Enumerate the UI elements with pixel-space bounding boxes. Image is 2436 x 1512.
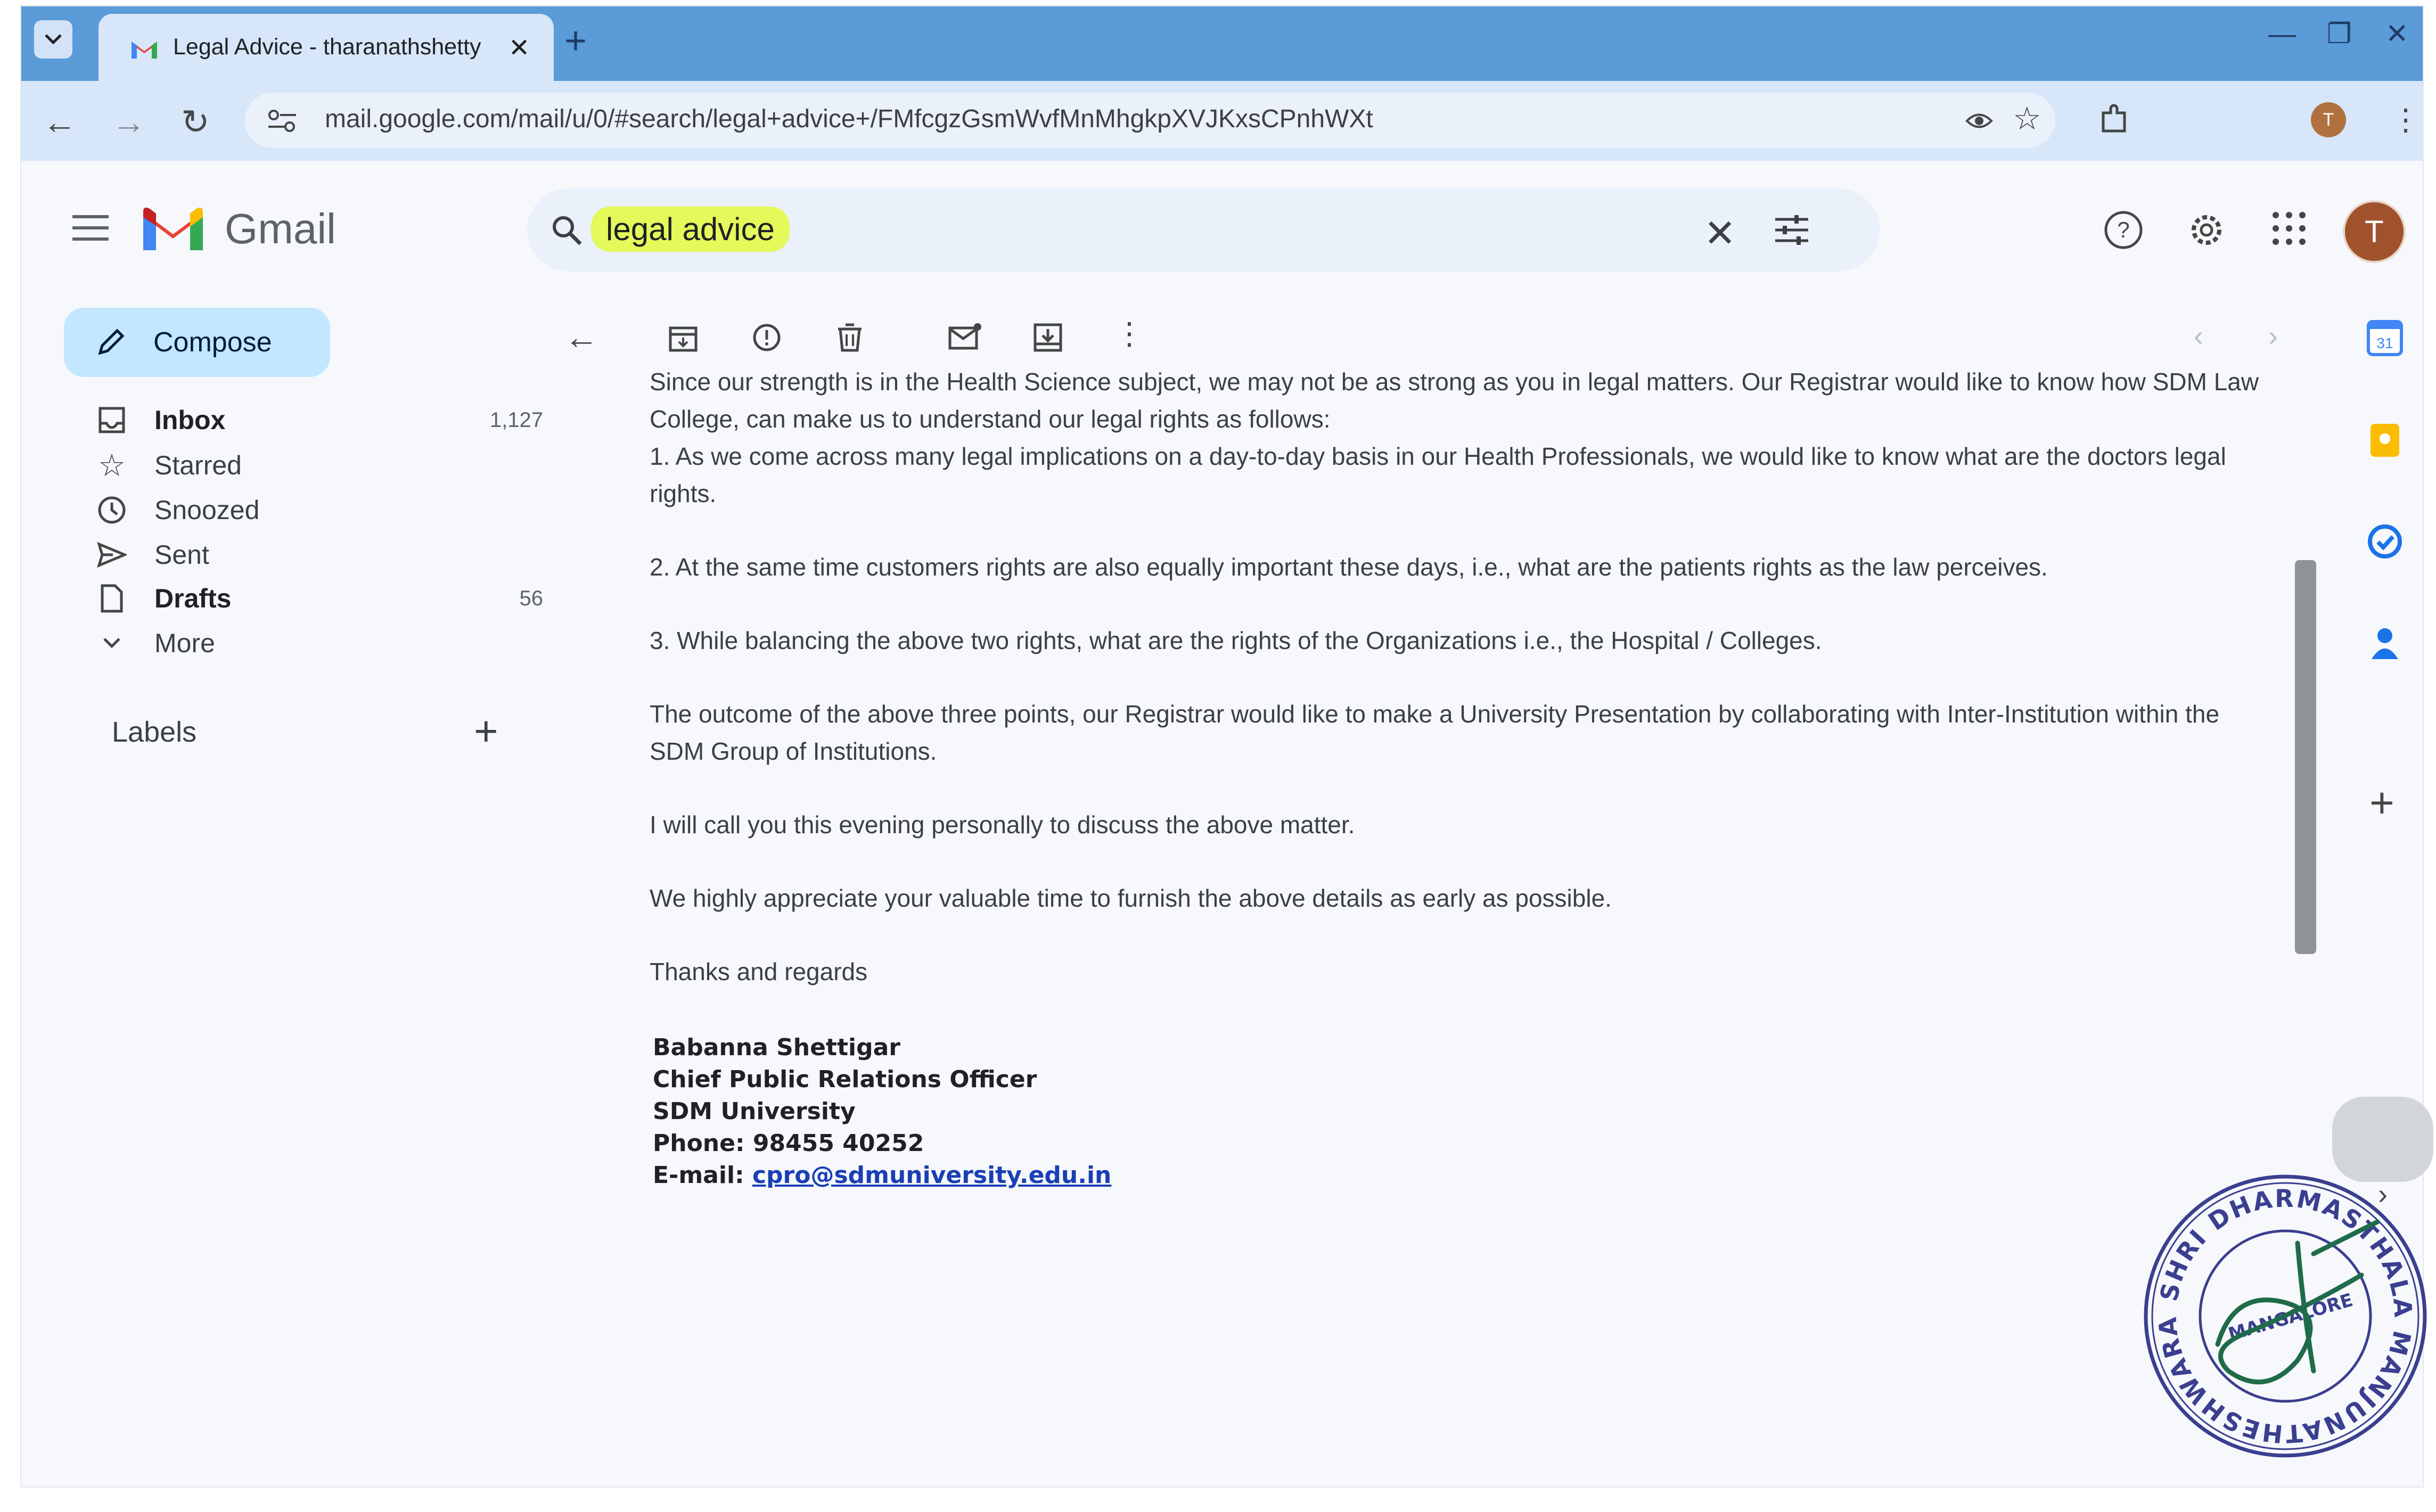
signature-title: Chief Public Relations Officer (653, 1066, 1037, 1093)
signature-email-line: E-mail: cpro@sdmuniversity.edu.in (653, 1160, 1111, 1191)
gmail-wordmark: Gmail (225, 205, 336, 252)
bookmark-star-icon[interactable]: ☆ (2013, 100, 2041, 137)
search-query[interactable]: legal advice (591, 207, 790, 252)
sidebar-item-snoozed[interactable]: Snoozed (64, 488, 543, 532)
sidebar-item-more[interactable]: More (64, 621, 543, 665)
send-icon (97, 542, 127, 568)
message-body: Since our strength is in the Health Scie… (650, 363, 2279, 1026)
calendar-icon[interactable]: 31 (2366, 319, 2404, 357)
report-spam-icon[interactable] (752, 323, 782, 352)
tasks-icon[interactable] (2366, 523, 2404, 560)
clock-icon (98, 496, 126, 524)
more-actions-icon[interactable]: ⋮ (1114, 315, 1145, 351)
body-paragraph: We highly appreciate your valuable time … (650, 884, 1612, 912)
signature-email-link[interactable]: cpro@sdmuniversity.edu.in (752, 1162, 1111, 1189)
body-paragraph: Since our strength is in the Health Scie… (650, 368, 2259, 433)
gmail-header: Gmail legal advice ✕ ? T (21, 161, 2423, 294)
eye-icon[interactable] (1965, 106, 1994, 135)
college-seal-stamp: SHRI DHARMASTHALA MANJUNATHESHWARA LAW C… (2138, 1169, 2427, 1458)
message-scrollbar[interactable] (2295, 560, 2316, 954)
forward-icon[interactable]: → (112, 102, 146, 142)
inbox-icon (99, 407, 125, 433)
close-window-icon[interactable]: ✕ (2385, 18, 2409, 50)
signature-org: SDM University (653, 1098, 856, 1125)
restore-icon[interactable]: ❐ (2327, 18, 2352, 50)
sidebar-item-label: Snoozed (154, 495, 260, 525)
sidebar-item-sent[interactable]: Sent (64, 532, 543, 577)
body-paragraph: 3. While balancing the above two rights,… (650, 627, 1822, 654)
url-text: mail.google.com/mail/u/0/#search/legal+a… (325, 105, 1373, 133)
svg-text:?: ? (2117, 217, 2129, 242)
gmail-favicon-icon (132, 42, 157, 59)
seal-center-text: MANGALORE (2226, 1289, 2355, 1345)
clear-search-icon[interactable]: ✕ (1704, 211, 1736, 256)
browser-toolbar: ← → ↻ mail.google.com/mail/u/0/#search/l… (21, 81, 2423, 161)
main-menu-icon[interactable] (72, 214, 109, 242)
browser-menu-icon[interactable]: ⋮ (2391, 102, 2421, 137)
contacts-icon[interactable] (2366, 624, 2404, 661)
site-info-icon[interactable] (266, 108, 298, 134)
settings-gear-icon[interactable] (2186, 210, 2227, 250)
body-paragraph: Thanks and regards (650, 958, 868, 985)
body-paragraph: I will call you this evening personally … (650, 811, 1355, 839)
address-bar[interactable]: mail.google.com/mail/u/0/#search/legal+a… (245, 93, 2055, 148)
sidebar-item-label: Starred (154, 450, 242, 480)
search-options-icon[interactable] (1773, 214, 1810, 246)
tab-close-icon[interactable]: ✕ (508, 33, 530, 63)
chevron-down-icon (103, 638, 120, 648)
search-icon[interactable] (551, 214, 583, 246)
keep-icon[interactable] (2366, 422, 2404, 459)
search-bar[interactable]: legal advice ✕ (527, 188, 1880, 272)
email-signature: Babanna Shettigar Chief Public Relations… (653, 1032, 1111, 1191)
delete-icon[interactable] (836, 323, 864, 352)
message-pane: ← ⋮ ‹ › Since our strength is in the Hea… (532, 294, 2348, 1486)
browser-tab[interactable]: Legal Advice - tharanathshetty ✕ (99, 14, 554, 81)
svg-text:31: 31 (2376, 335, 2393, 351)
pencil-icon (98, 328, 125, 355)
signature-scribble (2215, 1219, 2380, 1385)
move-to-icon[interactable] (1033, 323, 1063, 352)
help-icon[interactable]: ? (2103, 210, 2144, 250)
sidebar: Compose Inbox 1,127 ☆ Starred Snoozed Se… (53, 294, 543, 1215)
add-addon-icon[interactable]: + (2369, 778, 2394, 827)
body-paragraph: 1. As we come across many legal implicat… (650, 442, 2226, 507)
sidebar-item-label: More (154, 628, 215, 658)
body-paragraph: 2. At the same time customers rights are… (650, 553, 2048, 581)
sidebar-item-drafts[interactable]: Drafts 56 (64, 576, 543, 621)
star-icon: ☆ (98, 448, 126, 483)
compose-label: Compose (153, 327, 272, 358)
reload-icon[interactable]: ↻ (181, 102, 210, 142)
tab-search-button[interactable] (34, 20, 72, 59)
mark-unread-icon[interactable] (948, 323, 982, 350)
signature-email-label: E-mail: (653, 1162, 752, 1189)
new-tab-button[interactable]: + (564, 19, 587, 63)
body-paragraph: The outcome of the above three points, o… (650, 700, 2220, 765)
sidebar-item-starred[interactable]: ☆ Starred (64, 443, 543, 488)
archive-icon[interactable] (668, 323, 698, 352)
older-icon[interactable]: › (2268, 319, 2278, 352)
account-avatar[interactable]: T (2343, 200, 2406, 263)
sidebar-item-label: Inbox (154, 405, 226, 435)
sidebar-item-inbox[interactable]: Inbox 1,127 (64, 398, 543, 442)
compose-button[interactable]: Compose (64, 308, 330, 377)
extensions-icon[interactable] (2098, 103, 2130, 135)
profile-avatar[interactable]: T (2311, 102, 2346, 137)
apps-grid-icon[interactable] (2270, 210, 2308, 247)
minimize-icon[interactable]: — (2268, 18, 2296, 50)
newer-icon[interactable]: ‹ (2194, 319, 2203, 352)
back-icon[interactable]: ← (43, 102, 77, 142)
draft-icon (101, 584, 123, 613)
add-label-icon[interactable]: + (474, 707, 498, 755)
tab-title: Legal Advice - tharanathshetty (173, 34, 481, 60)
labels-heading: Labels (112, 716, 197, 748)
back-to-search-icon[interactable]: ← (564, 317, 598, 357)
gmail-logo-icon[interactable] (141, 204, 205, 252)
sidebar-item-label: Sent (154, 540, 209, 570)
browser-window: Legal Advice - tharanathshetty ✕ + — ❐ ✕… (21, 6, 2423, 1486)
sidebar-item-label: Drafts (154, 584, 232, 613)
chevron-down-icon (45, 34, 62, 45)
signature-name: Babanna Shettigar (653, 1034, 900, 1061)
signature-phone: Phone: 98455 40252 (653, 1130, 924, 1157)
tab-strip: Legal Advice - tharanathshetty ✕ + — ❐ ✕ (21, 6, 2423, 81)
